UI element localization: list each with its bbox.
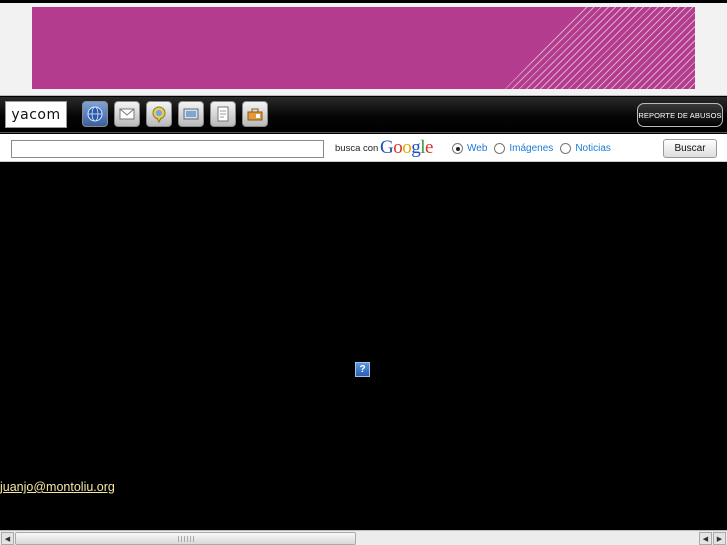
buscar-button[interactable]: Buscar: [663, 139, 717, 158]
scroll-left-arrow-icon[interactable]: ◀: [699, 532, 712, 545]
main-content: ? juanjo@montoliu.org: [0, 163, 727, 530]
toolbar-icons: [82, 101, 268, 127]
briefcase-icon[interactable]: [242, 101, 268, 127]
search-bar: busca con Google Web Imágenes Noticias B…: [0, 134, 727, 162]
logo-text: yacom: [11, 106, 61, 123]
google-letter: o: [393, 137, 403, 158]
google-letter: g: [411, 137, 421, 158]
photo-icon[interactable]: [178, 101, 204, 127]
horizontal-scrollbar[interactable]: ◀ ◀ ▶: [0, 530, 727, 545]
radio-button[interactable]: [452, 143, 463, 154]
chat-icon[interactable]: [146, 101, 172, 127]
radio-web[interactable]: Web: [452, 143, 487, 154]
google-letter: o: [402, 137, 412, 158]
search-input[interactable]: [11, 140, 324, 158]
radio-label-noticias[interactable]: Noticias: [575, 143, 611, 154]
missing-plugin-icon[interactable]: ?: [355, 362, 370, 377]
scroll-thumb[interactable]: [15, 532, 356, 545]
browser-viewport: yacom REPORTE DE ABUSOS busca con Google…: [0, 0, 727, 545]
grip-icon: [178, 536, 194, 542]
scroll-right-arrow-icon[interactable]: ▶: [713, 532, 726, 545]
radio-button[interactable]: [494, 143, 506, 154]
report-abuse-button[interactable]: REPORTE DE ABUSOS: [637, 103, 723, 127]
banner-area: [0, 0, 727, 96]
radio-label-imagenes[interactable]: Imágenes: [509, 143, 553, 154]
scroll-left-arrow-icon[interactable]: ◀: [1, 532, 14, 545]
radio-label-web[interactable]: Web: [467, 143, 487, 154]
google-letter: e: [425, 137, 433, 158]
radio-imagenes[interactable]: Imágenes: [494, 143, 553, 154]
logo[interactable]: yacom: [5, 101, 67, 128]
radio-noticias[interactable]: Noticias: [560, 143, 611, 154]
radio-button[interactable]: [560, 143, 572, 154]
toolbar: yacom REPORTE DE ABUSOS: [0, 97, 727, 133]
search-scope-group: Web Imágenes Noticias: [452, 143, 618, 154]
document-icon[interactable]: [210, 101, 236, 127]
banner-ad[interactable]: [32, 7, 695, 89]
google-letter: G: [380, 137, 394, 158]
email-link[interactable]: juanjo@montoliu.org: [0, 480, 115, 494]
google-logo: Google: [380, 137, 433, 159]
busca-con-label: busca con: [335, 143, 379, 154]
banner-stripes: [505, 7, 695, 89]
mail-icon[interactable]: [114, 101, 140, 127]
globe-icon[interactable]: [82, 101, 108, 127]
